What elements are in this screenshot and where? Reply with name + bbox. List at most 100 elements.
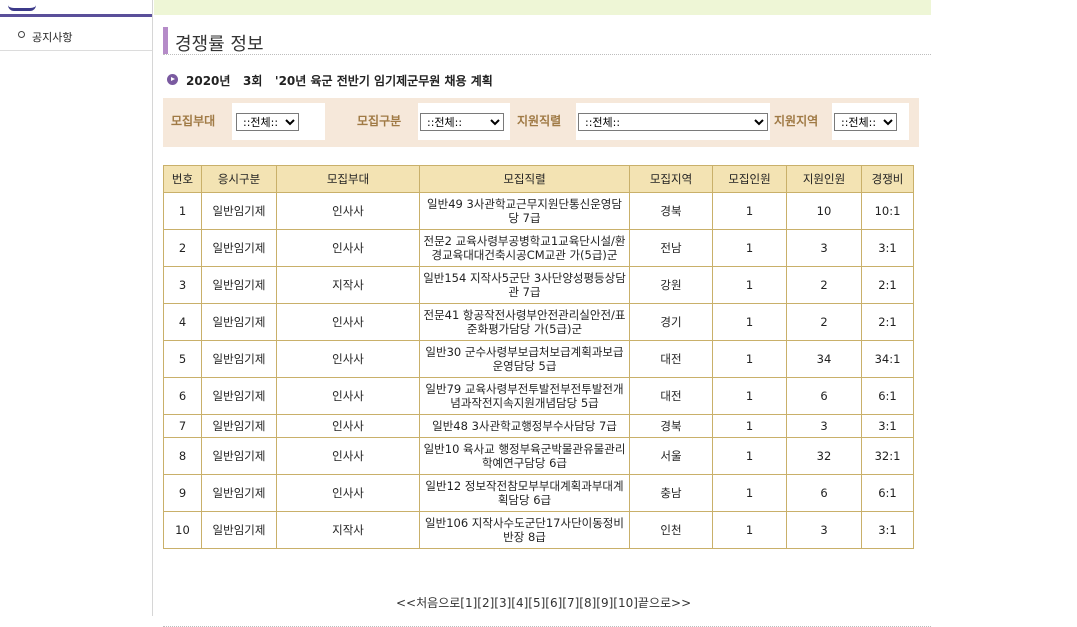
col-header: 모집부대 xyxy=(276,165,420,193)
region-select[interactable]: ::전체:: xyxy=(834,113,897,131)
filter-box-unit: ::전체:: xyxy=(232,103,325,140)
table-cell: 6 xyxy=(786,377,862,415)
table-cell: 인사사 xyxy=(276,437,420,475)
page-link[interactable]: [2] xyxy=(477,596,494,610)
table-cell: 1 xyxy=(712,511,787,549)
table-row: 8 일반임기제 인사사 일반10 육사교 행정부육군박물관유물관리학예연구담당 6급 서… xyxy=(163,437,914,475)
table-cell: 지작사 xyxy=(276,511,420,549)
table-cell: 서울 xyxy=(629,437,713,475)
filter-label-job: 지원직렬 xyxy=(517,103,575,140)
table-cell: 1 xyxy=(712,266,787,304)
table-cell: 인사사 xyxy=(276,303,420,341)
table-cell: 1 xyxy=(712,229,787,267)
table-row: 10 일반임기제 지작사 일반106 지작사수도군단17사단이동정비반장 8급 인천 1 3… xyxy=(163,511,914,549)
table-cell: 3 xyxy=(786,414,862,438)
table-cell: 전문41 항공작전사령부안전관리실안전/표준화평가담당 가(5급)군 xyxy=(419,303,630,341)
page-subtitle: 2020년 3회 '20년 육군 전반기 임기제군무원 채용 계획 xyxy=(186,74,493,88)
table-cell: 4 xyxy=(163,303,202,341)
bullet-icon xyxy=(18,31,25,38)
top-banner xyxy=(154,0,931,15)
table-cell: 일반49 3사관학교근무지원단통신운영담당 7급 xyxy=(419,192,630,230)
filter-box-region: ::전체:: xyxy=(832,103,909,140)
col-header: 번호 xyxy=(163,165,202,193)
table-cell: 경북 xyxy=(629,414,713,438)
table-cell: 2:1 xyxy=(861,266,914,304)
table-cell: 일반106 지작사수도군단17사단이동정비반장 8급 xyxy=(419,511,630,549)
table-cell: 일반임기제 xyxy=(201,192,277,230)
table-cell: 6 xyxy=(163,377,202,415)
table-cell: 인사사 xyxy=(276,414,420,438)
sidebar-logo-icon xyxy=(8,0,36,11)
table-header-row: 번호 응시구분 모집부대 모집직렬 모집지역 모집인원 지원인원 경쟁비 xyxy=(163,165,914,193)
table-cell: 일반임기제 xyxy=(201,437,277,475)
pagination: <<처음으로[1][2][3][4][5][6][7][8][9][10]끝으로… xyxy=(396,594,691,611)
page-link[interactable]: [8] xyxy=(579,596,596,610)
arrow-bullet-icon xyxy=(167,74,178,85)
table-cell: 8 xyxy=(163,437,202,475)
page-link[interactable]: [4] xyxy=(511,596,528,610)
page-link[interactable]: [1] xyxy=(460,596,477,610)
table-row: 2 일반임기제 인사사 전문2 교육사령부공병학교1교육단시설/환경교육대대건축시공C… xyxy=(163,229,914,267)
col-header: 모집직렬 xyxy=(419,165,630,193)
pagination-last[interactable]: 끝으로>> xyxy=(638,596,691,610)
table-cell: 6 xyxy=(786,474,862,512)
table-cell: 일반48 3사관학교행정부수사담당 7급 xyxy=(419,414,630,438)
page-link[interactable]: [10] xyxy=(613,596,638,610)
table-cell: 일반임기제 xyxy=(201,474,277,512)
table-cell: 3 xyxy=(786,511,862,549)
table-cell: 3:1 xyxy=(861,414,914,438)
table-cell: 1 xyxy=(712,437,787,475)
table-cell: 5 xyxy=(163,340,202,378)
page-link[interactable]: [6] xyxy=(545,596,562,610)
table-cell: 10 xyxy=(163,511,202,549)
table-cell: 대전 xyxy=(629,340,713,378)
sidebar-item-notice[interactable]: 공지사항 xyxy=(0,24,152,51)
filter-bar: 모집부대 ::전체:: 모집구분 ::전체:: 지원직렬 ::전체:: 지원지역… xyxy=(163,98,919,147)
table-cell: 6:1 xyxy=(861,377,914,415)
table-cell: 1 xyxy=(712,192,787,230)
pagination-first[interactable]: <<처음으로 xyxy=(396,596,460,610)
job-select[interactable]: ::전체:: xyxy=(578,113,768,131)
competition-table: 번호 응시구분 모집부대 모집직렬 모집지역 모집인원 지원인원 경쟁비 1 일반… xyxy=(163,165,914,549)
table-cell: 2 xyxy=(786,303,862,341)
col-header: 모집인원 xyxy=(712,165,787,193)
unit-select[interactable]: ::전체:: xyxy=(236,113,299,131)
table-cell: 일반임기제 xyxy=(201,229,277,267)
table-cell: 인천 xyxy=(629,511,713,549)
table-cell: 10:1 xyxy=(861,192,914,230)
table-cell: 일반154 지작사5군단 3사단양성평등상담관 7급 xyxy=(419,266,630,304)
table-cell: 인사사 xyxy=(276,192,420,230)
table-cell: 2 xyxy=(786,266,862,304)
sidebar-header xyxy=(0,0,152,14)
table-cell: 전문2 교육사령부공병학교1교육단시설/환경교육대대건축시공CM교관 가(5급)… xyxy=(419,229,630,267)
filter-box-type: ::전체:: xyxy=(418,103,510,140)
table-cell: 1 xyxy=(712,303,787,341)
table-cell: 대전 xyxy=(629,377,713,415)
type-select[interactable]: ::전체:: xyxy=(420,113,504,131)
filter-box-job: ::전체:: xyxy=(576,103,770,140)
table-cell: 32 xyxy=(786,437,862,475)
table-cell: 지작사 xyxy=(276,266,420,304)
table-cell: 인사사 xyxy=(276,474,420,512)
table-cell: 전남 xyxy=(629,229,713,267)
title-accent xyxy=(163,27,168,54)
table-cell: 2 xyxy=(163,229,202,267)
table-cell: 2:1 xyxy=(861,303,914,341)
page-link[interactable]: [5] xyxy=(528,596,545,610)
sidebar-border xyxy=(152,0,153,616)
table-cell: 32:1 xyxy=(861,437,914,475)
col-header: 모집지역 xyxy=(629,165,713,193)
table-cell: 일반임기제 xyxy=(201,377,277,415)
col-header: 응시구분 xyxy=(201,165,277,193)
table-cell: 3:1 xyxy=(861,511,914,549)
table-cell: 인사사 xyxy=(276,340,420,378)
page-link[interactable]: [7] xyxy=(562,596,579,610)
filter-label-unit: 모집부대 xyxy=(171,103,231,140)
table-cell: 6:1 xyxy=(861,474,914,512)
table-cell: 10 xyxy=(786,192,862,230)
table-cell: 일반30 군수사령부보급처보급계획과보급운영담당 5급 xyxy=(419,340,630,378)
page-link[interactable]: [3] xyxy=(494,596,511,610)
page-link[interactable]: [9] xyxy=(596,596,613,610)
table-row: 9 일반임기제 인사사 일반12 정보작전참모부부대계획과부대계획담당 6급 충남 1 6 6… xyxy=(163,474,914,512)
table-cell: 경기 xyxy=(629,303,713,341)
